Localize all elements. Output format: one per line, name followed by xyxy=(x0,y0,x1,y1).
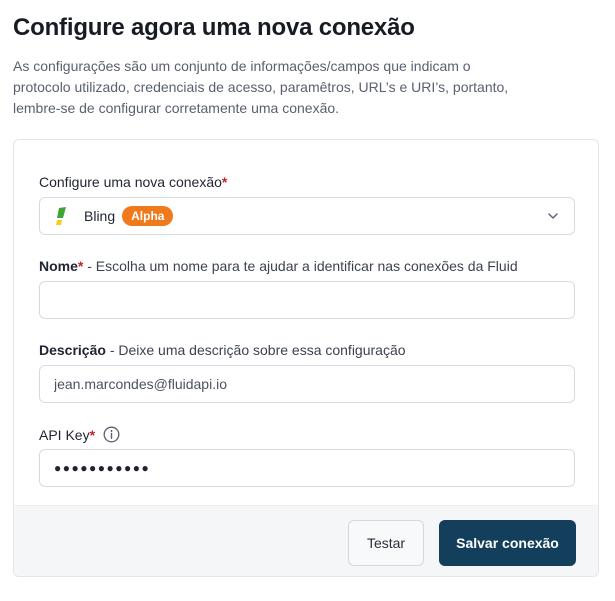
connection-type-select[interactable]: Bling Alpha xyxy=(39,197,575,235)
save-connection-button[interactable]: Salvar conexão xyxy=(439,520,576,566)
api-key-input[interactable]: ●●●●●●●●●●● xyxy=(39,449,575,487)
connection-type-label-text: Configure uma nova conexão xyxy=(39,174,222,190)
api-key-masked-value: ●●●●●●●●●●● xyxy=(54,461,151,475)
info-icon[interactable] xyxy=(103,426,120,443)
api-key-label: API Key* xyxy=(39,426,120,443)
connection-selected-value: Bling xyxy=(84,208,116,224)
connection-form-card: Configure uma nova conexão* Bling Alpha … xyxy=(13,139,599,577)
connection-type-label: Configure uma nova conexão* xyxy=(39,174,227,190)
api-key-label-text: API Key xyxy=(39,427,90,443)
required-mark: * xyxy=(89,427,96,443)
name-label: Nome* - Escolha um nome para te ajudar a… xyxy=(39,258,518,274)
required-mark: * xyxy=(221,174,228,190)
name-hint: - Escolha um nome para te ajudar a ident… xyxy=(83,258,518,274)
description-label: Descrição - Deixe uma descrição sobre es… xyxy=(39,342,406,358)
page-subtitle: As configurações são um conjunto de info… xyxy=(13,58,509,116)
description-input[interactable] xyxy=(39,365,575,403)
alpha-badge: Alpha xyxy=(122,206,174,226)
bling-logo-icon xyxy=(56,207,66,225)
description-hint: - Deixe uma descrição sobre essa configu… xyxy=(105,342,406,358)
name-label-text: Nome xyxy=(39,258,78,274)
chevron-down-icon xyxy=(548,213,558,219)
page-title: Configure agora uma nova conexão xyxy=(13,14,415,41)
test-button[interactable]: Testar xyxy=(348,520,424,566)
description-label-text: Descrição xyxy=(39,342,106,358)
name-input[interactable] xyxy=(39,281,575,319)
